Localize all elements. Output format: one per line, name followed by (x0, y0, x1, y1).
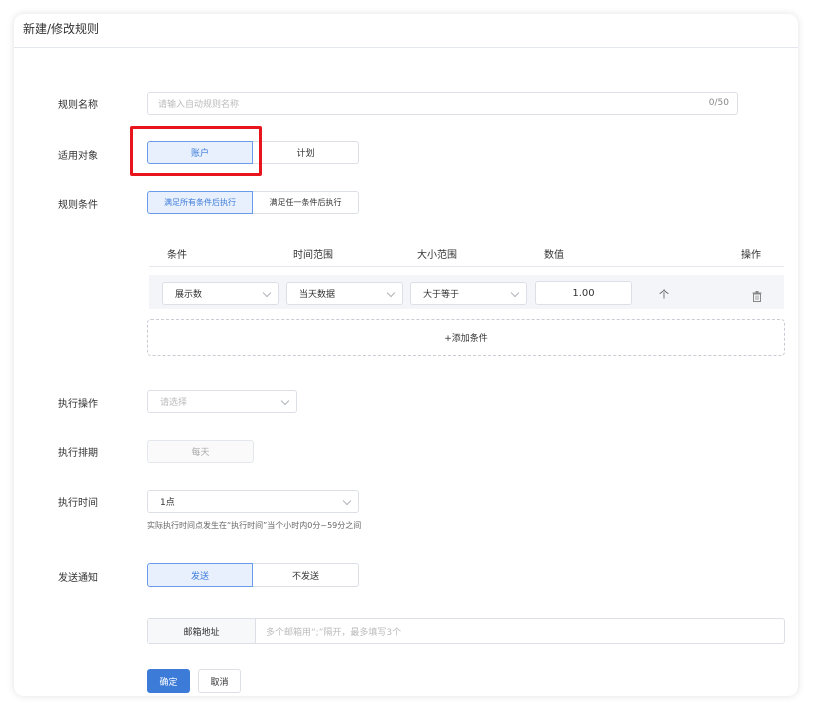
action-label: 执行操作 (58, 399, 98, 410)
col-header-value: 数值 (544, 250, 564, 261)
title-divider (14, 47, 798, 48)
notify-label: 发送通知 (58, 573, 98, 584)
action-select-placeholder: 请选择 (160, 398, 188, 408)
add-condition-button[interactable]: +添加条件 (147, 319, 785, 356)
condition-select-value: 展示数 (175, 290, 203, 300)
email-field-group: 邮箱地址 多个邮箱用“;”隔开，最多填写3个 (147, 618, 785, 644)
exec-time-label: 执行时间 (58, 498, 98, 509)
condition-mode-label: 规则条件 (58, 200, 98, 211)
condition-mode-segmented: 满足所有条件后执行 满足任一条件后执行 (147, 191, 359, 214)
rule-editor-card: 新建/修改规则 规则名称 请输入自动规则名称 0/50 适用对象 账户 计划 规… (14, 14, 798, 696)
email-input[interactable]: 多个邮箱用“;”隔开，最多填写3个 (256, 619, 784, 643)
condition-mode-all[interactable]: 满足所有条件后执行 (147, 191, 253, 214)
chevron-down-icon (386, 288, 396, 298)
rule-name-counter: 0/50 (708, 98, 729, 108)
highlight-box (130, 126, 262, 176)
exec-time-select-value: 1点 (160, 498, 175, 508)
chevron-down-icon (280, 396, 290, 406)
rule-name-label: 规则名称 (58, 100, 98, 111)
exec-time-hint: 实际执行时间点发生在“执行时间”当个小时内0分~59分之间 (147, 521, 362, 530)
rule-name-placeholder: 请输入自动规则名称 (158, 100, 240, 110)
chevron-down-icon (510, 288, 520, 298)
time-range-select[interactable]: 当天数据 (286, 282, 403, 305)
exec-time-select[interactable]: 1点 (147, 490, 359, 513)
confirm-button[interactable]: 确定 (147, 669, 190, 693)
condition-mode-any[interactable]: 满足任一条件后执行 (253, 191, 359, 214)
time-range-select-value: 当天数据 (299, 290, 336, 300)
value-unit: 个 (659, 290, 669, 301)
notify-no-send[interactable]: 不发送 (253, 563, 359, 587)
chevron-down-icon (342, 496, 352, 506)
condition-select[interactable]: 展示数 (162, 282, 279, 305)
notify-segmented: 发送 不发送 (147, 563, 359, 587)
schedule-daily[interactable]: 每天 (147, 440, 254, 463)
action-select[interactable]: 请选择 (147, 390, 297, 413)
target-option-plan[interactable]: 计划 (253, 141, 359, 164)
col-header-condition: 条件 (167, 250, 187, 261)
value-input-text: 1.00 (572, 287, 595, 299)
value-input[interactable]: 1.00 (535, 281, 632, 305)
notify-send[interactable]: 发送 (147, 563, 253, 587)
size-range-select[interactable]: 大于等于 (410, 282, 527, 305)
table-header-divider (149, 266, 784, 267)
page-title: 新建/修改规则 (23, 22, 100, 36)
chevron-down-icon (262, 288, 272, 298)
col-header-size-range: 大小范围 (417, 250, 457, 261)
email-addon-label: 邮箱地址 (148, 619, 256, 643)
size-range-select-value: 大于等于 (423, 290, 460, 300)
schedule-label: 执行排期 (58, 448, 98, 459)
col-header-action: 操作 (741, 250, 761, 261)
col-header-time-range: 时间范围 (293, 250, 333, 261)
trash-icon[interactable] (752, 287, 762, 302)
cancel-button[interactable]: 取消 (198, 669, 241, 693)
target-label: 适用对象 (58, 151, 98, 162)
rule-name-input[interactable]: 请输入自动规则名称 0/50 (147, 92, 738, 115)
